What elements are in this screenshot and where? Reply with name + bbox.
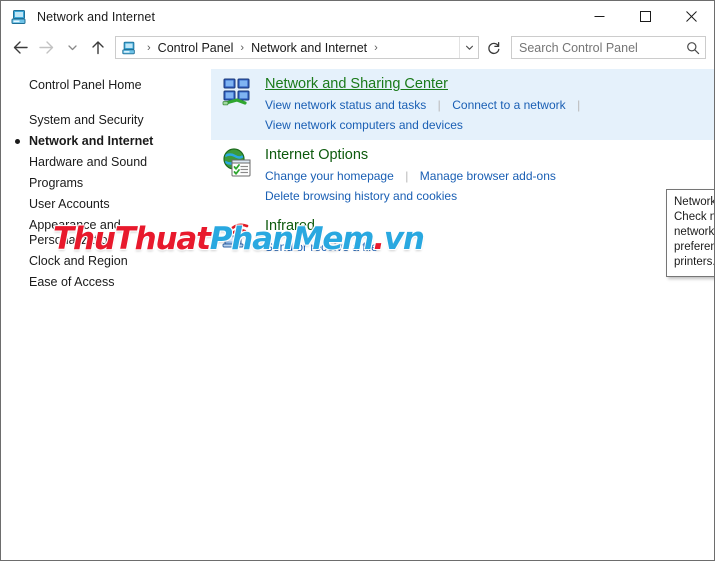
tooltip-title: Network and Sharing Center	[674, 196, 715, 208]
address-bar: › Control Panel › Network and Internet ›	[1, 32, 714, 63]
category-body: Infrared Send or receive a file	[265, 217, 704, 256]
category-links-row-1: View network status and tasks | Connect …	[265, 96, 704, 114]
network-computer-icon	[10, 8, 28, 26]
link-connect-to-a-network[interactable]: Connect to a network	[452, 98, 565, 112]
infrared-icon	[221, 218, 253, 250]
search-icon[interactable]	[681, 37, 705, 58]
tooltip-body: Check network status, change network set…	[674, 211, 715, 268]
link-send-or-receive-a-file[interactable]: Send or receive a file	[265, 240, 378, 254]
category-title-link[interactable]: Internet Options	[265, 146, 368, 165]
breadcrumb-separator: ›	[240, 41, 245, 54]
search-box[interactable]	[511, 36, 706, 59]
link-separator: |	[437, 98, 441, 112]
breadcrumb-separator: ›	[374, 41, 378, 54]
minimize-button[interactable]	[576, 1, 622, 32]
recent-locations-button[interactable]	[59, 35, 85, 61]
breadcrumb-separator: ›	[147, 41, 151, 54]
link-view-network-status-and-tasks[interactable]: View network status and tasks	[265, 98, 426, 112]
back-button[interactable]	[7, 35, 33, 61]
breadcrumb-item-control-panel[interactable]: Control Panel	[156, 41, 236, 55]
category-network-and-sharing-center[interactable]: Network and Sharing Center View network …	[211, 69, 714, 140]
category-title-link[interactable]: Network and Sharing Center	[265, 75, 448, 94]
link-separator: |	[405, 169, 409, 183]
window-body: Control Panel Home System and Security N…	[1, 63, 714, 560]
window-title: Network and Internet	[37, 9, 156, 24]
link-change-your-homepage[interactable]: Change your homepage	[265, 169, 394, 183]
link-separator: |	[577, 98, 581, 112]
breadcrumb-item-network-and-internet[interactable]: Network and Internet	[249, 41, 369, 55]
close-button[interactable]	[668, 1, 714, 32]
main-content: Network and Sharing Center View network …	[211, 63, 714, 560]
sidebar: Control Panel Home System and Security N…	[1, 63, 211, 560]
control-panel-window: Network and Internet › Control Panel › N…	[0, 0, 715, 561]
tooltip: Network and Sharing Center Check network…	[666, 189, 715, 277]
category-title-link[interactable]: Infrared	[265, 217, 315, 236]
chevron-down-icon[interactable]	[459, 37, 478, 58]
category-links-row-2: Delete browsing history and cookies	[265, 187, 704, 205]
category-links-row-1: Send or receive a file	[265, 238, 704, 256]
forward-button	[33, 35, 59, 61]
category-links-row-2: View network computers and devices	[265, 116, 704, 134]
link-delete-browsing-history-and-cookies[interactable]: Delete browsing history and cookies	[265, 189, 457, 203]
sidebar-item-control-panel-home[interactable]: Control Panel Home	[1, 75, 211, 96]
category-links-row-1: Change your homepage | Manage browser ad…	[265, 167, 704, 185]
category-infrared[interactable]: Infrared Send or receive a file	[211, 211, 714, 262]
sidebar-item-programs[interactable]: Programs	[1, 173, 211, 194]
window-controls	[576, 1, 714, 32]
category-body: Internet Options Change your homepage | …	[265, 146, 704, 205]
search-input[interactable]	[512, 40, 681, 55]
category-internet-options[interactable]: Internet Options Change your homepage | …	[211, 140, 714, 211]
up-level-button[interactable]	[85, 35, 111, 61]
sidebar-item-ease-of-access[interactable]: Ease of Access	[1, 272, 211, 293]
internet-options-icon	[221, 147, 253, 179]
network-computer-icon	[121, 40, 137, 56]
link-manage-browser-add-ons[interactable]: Manage browser add-ons	[420, 169, 556, 183]
category-body: Network and Sharing Center View network …	[265, 75, 704, 134]
title-bar[interactable]: Network and Internet	[1, 1, 714, 32]
network-sharing-center-icon	[221, 76, 253, 108]
maximize-button[interactable]	[622, 1, 668, 32]
refresh-icon[interactable]	[483, 36, 505, 59]
sidebar-item-hardware-and-sound[interactable]: Hardware and Sound	[1, 152, 211, 173]
sidebar-item-network-and-internet[interactable]: Network and Internet	[1, 131, 211, 152]
link-view-network-computers-and-devices[interactable]: View network computers and devices	[265, 118, 463, 132]
sidebar-item-clock-and-region[interactable]: Clock and Region	[1, 251, 211, 272]
breadcrumb[interactable]: › Control Panel › Network and Internet ›	[115, 36, 479, 59]
sidebar-item-appearance-and-personalization[interactable]: Appearance and Personalization	[1, 215, 211, 251]
sidebar-item-user-accounts[interactable]: User Accounts	[1, 194, 211, 215]
sidebar-item-system-and-security[interactable]: System and Security	[1, 110, 211, 131]
